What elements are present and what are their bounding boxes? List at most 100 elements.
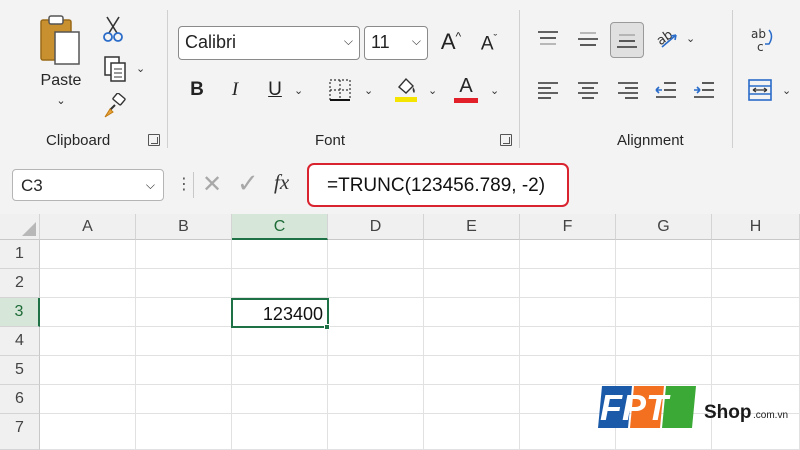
cell-d5[interactable] xyxy=(328,356,424,385)
cell-b7[interactable] xyxy=(136,414,232,450)
borders-dropdown-chevron-icon[interactable]: ⌄ xyxy=(364,84,373,97)
confirm-entry-icon[interactable]: ✓ xyxy=(237,168,259,199)
column-header-c[interactable]: C xyxy=(232,214,328,240)
cell-f3[interactable] xyxy=(520,298,616,327)
row-header-6[interactable]: 6 xyxy=(0,385,40,414)
cell-a4[interactable] xyxy=(40,327,136,356)
copy-button[interactable] xyxy=(100,54,130,84)
fill-handle[interactable] xyxy=(324,324,330,330)
bottom-align-button[interactable] xyxy=(610,22,644,58)
cell-h1[interactable] xyxy=(712,240,800,269)
clipboard-dialog-launcher-icon[interactable] xyxy=(148,134,160,146)
cell-e3[interactable] xyxy=(424,298,520,327)
middle-align-button[interactable] xyxy=(574,24,602,54)
increase-indent-button[interactable] xyxy=(690,76,718,104)
cell-d3[interactable] xyxy=(328,298,424,327)
cell-g4[interactable] xyxy=(616,327,712,356)
align-center-button[interactable] xyxy=(574,76,602,104)
cell-b1[interactable] xyxy=(136,240,232,269)
column-header-f[interactable]: F xyxy=(520,214,616,240)
cell-e6[interactable] xyxy=(424,385,520,414)
cancel-entry-icon[interactable]: ✕ xyxy=(202,170,222,199)
cell-g3[interactable] xyxy=(616,298,712,327)
row-header-4[interactable]: 4 xyxy=(0,327,40,356)
cell-c1[interactable] xyxy=(232,240,328,269)
underline-button[interactable]: U xyxy=(262,76,288,104)
column-header-b[interactable]: B xyxy=(136,214,232,240)
cell-f1[interactable] xyxy=(520,240,616,269)
row-header-5[interactable]: 5 xyxy=(0,356,40,385)
cell-b5[interactable] xyxy=(136,356,232,385)
orientation-dropdown-chevron-icon[interactable]: ⌄ xyxy=(686,32,695,45)
cell-f4[interactable] xyxy=(520,327,616,356)
bold-button[interactable]: B xyxy=(184,76,210,104)
font-color-button[interactable]: A xyxy=(452,74,480,104)
font-size-select[interactable]: 11 ⌵ xyxy=(364,26,428,60)
more-options-icon[interactable]: ⋮ xyxy=(176,174,192,194)
cell-c5[interactable] xyxy=(232,356,328,385)
column-header-g[interactable]: G xyxy=(616,214,712,240)
cell-a6[interactable] xyxy=(40,385,136,414)
paste-button[interactable]: Paste ⌄ xyxy=(30,12,92,116)
align-left-button[interactable] xyxy=(534,76,562,104)
decrease-indent-button[interactable] xyxy=(652,76,680,104)
merge-center-button[interactable] xyxy=(746,76,774,104)
decrease-font-size-button[interactable]: Aˇ xyxy=(476,30,502,58)
font-color-dropdown-chevron-icon[interactable]: ⌄ xyxy=(490,84,499,97)
copy-dropdown-chevron-icon[interactable]: ⌄ xyxy=(136,62,145,75)
column-header-h[interactable]: H xyxy=(712,214,800,240)
cell-c6[interactable] xyxy=(232,385,328,414)
cell-d2[interactable] xyxy=(328,269,424,298)
column-header-e[interactable]: E xyxy=(424,214,520,240)
format-painter-button[interactable] xyxy=(100,92,130,120)
column-header-a[interactable]: A xyxy=(40,214,136,240)
cell-b2[interactable] xyxy=(136,269,232,298)
cell-a3[interactable] xyxy=(40,298,136,327)
cell-b6[interactable] xyxy=(136,385,232,414)
cell-e2[interactable] xyxy=(424,269,520,298)
cell-c2[interactable] xyxy=(232,269,328,298)
orientation-button[interactable]: ab xyxy=(652,24,682,54)
borders-button[interactable] xyxy=(326,76,354,104)
cell-h4[interactable] xyxy=(712,327,800,356)
cell-a2[interactable] xyxy=(40,269,136,298)
merge-dropdown-chevron-icon[interactable]: ⌄ xyxy=(782,84,791,97)
cell-c7[interactable] xyxy=(232,414,328,450)
cell-b4[interactable] xyxy=(136,327,232,356)
select-all-corner[interactable] xyxy=(0,214,40,240)
cell-c4[interactable] xyxy=(232,327,328,356)
row-header-1[interactable]: 1 xyxy=(0,240,40,269)
cell-e7[interactable] xyxy=(424,414,520,450)
row-header-3[interactable]: 3 xyxy=(0,298,40,327)
cell-f2[interactable] xyxy=(520,269,616,298)
row-header-7[interactable]: 7 xyxy=(0,414,40,450)
active-cell-c3[interactable]: 123400 xyxy=(231,298,329,328)
cell-g2[interactable] xyxy=(616,269,712,298)
insert-function-button[interactable]: fx xyxy=(274,170,289,195)
formula-input[interactable]: =TRUNC(123456.789, -2) xyxy=(307,163,569,207)
cell-d4[interactable] xyxy=(328,327,424,356)
underline-dropdown-chevron-icon[interactable]: ⌄ xyxy=(294,84,303,97)
cell-e5[interactable] xyxy=(424,356,520,385)
cell-a1[interactable] xyxy=(40,240,136,269)
cell-h2[interactable] xyxy=(712,269,800,298)
name-box[interactable]: C3 ⌵ xyxy=(12,169,164,201)
cell-a7[interactable] xyxy=(40,414,136,450)
top-align-button[interactable] xyxy=(534,24,562,54)
cell-d1[interactable] xyxy=(328,240,424,269)
cell-e1[interactable] xyxy=(424,240,520,269)
cell-a5[interactable] xyxy=(40,356,136,385)
italic-button[interactable]: I xyxy=(222,76,248,104)
fill-color-button[interactable] xyxy=(392,74,420,104)
cell-b3[interactable] xyxy=(136,298,232,327)
align-right-button[interactable] xyxy=(614,76,642,104)
increase-font-size-button[interactable]: A^ xyxy=(438,28,464,56)
cell-e4[interactable] xyxy=(424,327,520,356)
cell-g1[interactable] xyxy=(616,240,712,269)
cell-h3[interactable] xyxy=(712,298,800,327)
cell-d6[interactable] xyxy=(328,385,424,414)
row-header-2[interactable]: 2 xyxy=(0,269,40,298)
fill-color-dropdown-chevron-icon[interactable]: ⌄ xyxy=(428,84,437,97)
cut-button[interactable] xyxy=(100,14,126,44)
font-dialog-launcher-icon[interactable] xyxy=(500,134,512,146)
